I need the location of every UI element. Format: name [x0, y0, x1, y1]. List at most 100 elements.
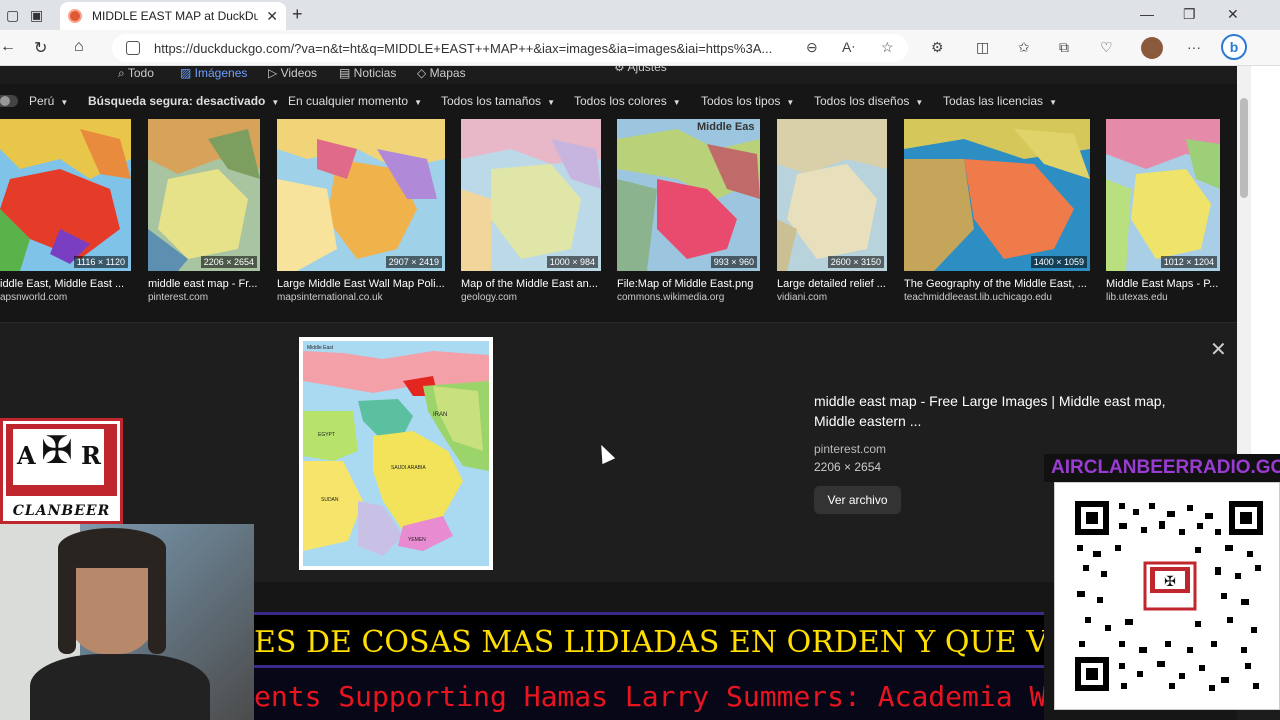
color-filter[interactable]: Todos los colores ▼	[574, 94, 681, 108]
result-title[interactable]: Middle East Maps - P...	[1106, 278, 1220, 290]
new-tab-icon[interactable]: +	[292, 4, 303, 25]
image-result[interactable]: 1400 × 1059	[904, 119, 1090, 271]
read-aloud-icon[interactable]: Aᐧ	[842, 39, 855, 56]
time-label: En cualquier momento	[288, 94, 409, 108]
browser-essentials-icon[interactable]: ♡	[1100, 39, 1113, 56]
extensions-icon[interactable]: ⚙	[931, 39, 944, 56]
image-result[interactable]: 2600 × 3150	[777, 119, 887, 271]
restore-icon[interactable]: ❐	[1183, 6, 1196, 23]
result-title[interactable]: Map of the Middle East an...	[461, 278, 601, 290]
tab-actions-icon[interactable]: ▣	[30, 7, 43, 24]
image-result[interactable]: 1000 × 984	[461, 119, 601, 271]
map-thumbnail	[904, 119, 1090, 271]
scrollbar-thumb[interactable]	[1240, 98, 1248, 198]
map-label: YEMEN	[408, 537, 426, 543]
map-thumbnail	[617, 119, 760, 271]
webcam-feed	[0, 524, 254, 720]
close-detail-icon[interactable]: ✕	[1210, 337, 1227, 362]
license-filter[interactable]: Todas las licencias ▼	[943, 94, 1057, 108]
zoom-icon[interactable]: ⊖	[806, 39, 818, 56]
browser-tab[interactable]: MIDDLE EAST MAP at DuckDuck ✕	[60, 2, 286, 30]
safe-search-filter[interactable]: Búsqueda segura: desactivado ▼	[88, 94, 279, 108]
map-thumbnail	[0, 119, 131, 271]
tab-images[interactable]: ▨ Imágenes	[180, 66, 247, 80]
image-dimensions: 2600 × 3150	[827, 256, 884, 268]
lock-icon	[126, 41, 140, 55]
tab-title: MIDDLE EAST MAP at DuckDuck	[92, 9, 258, 23]
refresh-icon[interactable]: ↻	[34, 38, 47, 58]
webcam-person-hair-left	[58, 554, 76, 654]
home-icon[interactable]: ⌂	[74, 38, 84, 56]
image-result[interactable]: 1116 × 1120	[0, 119, 131, 271]
result-title[interactable]: middle east map - Fr...	[148, 278, 260, 290]
tab-images-label: Imágenes	[194, 66, 248, 80]
image-dimensions: 1012 × 1204	[1160, 256, 1217, 268]
profile-avatar[interactable]	[1141, 37, 1163, 59]
result-site: geology.com	[461, 292, 517, 303]
middle-east-map: Middle East IRAN EGYPT SAUDI ARABIA SUDA…	[303, 341, 489, 566]
page-scrollbar[interactable]	[1237, 66, 1251, 454]
time-filter[interactable]: En cualquier momento ▼	[288, 94, 422, 108]
map-thumbnail	[148, 119, 260, 271]
thumbnail-overlay-title: Middle Eas	[697, 121, 755, 133]
address-bar[interactable]: https://duckduckgo.com/?va=n&t=ht&q=MIDD…	[112, 34, 908, 62]
result-site: teachmiddleeast.lib.uchicago.edu	[904, 292, 1052, 303]
favorites-icon[interactable]: ✩	[1018, 39, 1030, 56]
qr-code-icon: ✠	[1075, 501, 1263, 691]
detail-title[interactable]: middle east map - Free Large Images | Mi…	[814, 391, 1194, 431]
image-dimensions: 2206 × 2654	[200, 256, 257, 268]
tab-maps[interactable]: ◇ Mapas	[417, 66, 466, 80]
size-filter[interactable]: Todos los tamaños ▼	[441, 94, 555, 108]
bing-copilot-icon[interactable]: b	[1221, 34, 1247, 60]
result-title[interactable]: Large Middle East Wall Map Poli...	[277, 278, 445, 290]
filter-bar: Perú ▼ Búsqueda segura: desactivado ▼ En c…	[0, 88, 1237, 114]
layout-filter[interactable]: Todos los diseños ▼	[814, 94, 923, 108]
minimize-icon[interactable]: —	[1140, 6, 1154, 22]
region-toggle[interactable]	[0, 95, 18, 107]
radio-banner-text: AIRCLANBEERRADIO.GO	[1051, 457, 1280, 478]
safe-search-label: Búsqueda segura: desactivado	[88, 94, 266, 108]
tab-videos[interactable]: ▷ Videos	[268, 66, 317, 80]
tab-news[interactable]: ▤ Noticias	[339, 66, 396, 80]
image-dimensions: 1116 × 1120	[73, 256, 128, 268]
close-tab-icon[interactable]: ✕	[266, 8, 278, 25]
image-result[interactable]: 2907 × 2419	[277, 119, 445, 271]
detail-site[interactable]: pinterest.com	[814, 442, 886, 456]
workspaces-icon[interactable]: ▢	[6, 7, 19, 24]
qr-logo-cross: ✠	[1164, 573, 1176, 589]
map-label: IRAN	[433, 412, 447, 418]
map-thumbnail	[777, 119, 887, 271]
image-result[interactable]: 1012 × 1204	[1106, 119, 1220, 271]
image-result[interactable]: 2206 × 2654	[148, 119, 260, 271]
settings-label: Ajustes	[627, 66, 667, 74]
tab-all[interactable]: ⌕ Todo	[118, 66, 154, 81]
type-label: Todos los tipos	[701, 94, 781, 108]
duckduckgo-favicon-icon	[68, 9, 82, 23]
detail-image[interactable]: Middle East IRAN EGYPT SAUDI ARABIA SUDA…	[299, 337, 493, 570]
screen: ▢ ▣ MIDDLE EAST MAP at DuckDuck ✕ + — ❐ …	[0, 0, 1280, 720]
result-title[interactable]: File:Map of Middle East.png	[617, 278, 760, 290]
favorite-star-icon[interactable]: ☆	[881, 39, 894, 56]
split-screen-icon[interactable]: ◫	[976, 39, 989, 56]
type-filter[interactable]: Todos los tipos ▼	[701, 94, 794, 108]
more-menu-icon[interactable]: ···	[1187, 39, 1201, 55]
collections-icon[interactable]: ⧉	[1059, 39, 1069, 56]
color-label: Todos los colores	[574, 94, 667, 108]
result-title[interactable]: Large detailed relief ...	[777, 278, 887, 290]
result-site: vidiani.com	[777, 292, 828, 303]
result-title[interactable]: The Geography of the Middle East, ...	[904, 278, 1090, 290]
back-icon[interactable]: ←	[0, 38, 16, 56]
view-file-button[interactable]: Ver archivo	[814, 486, 901, 514]
webcam-person-shirt	[30, 654, 210, 720]
close-window-icon[interactable]: ✕	[1227, 6, 1239, 23]
settings-link[interactable]: ⚙ Ajustes	[614, 66, 667, 74]
size-label: Todos los tamaños	[441, 94, 542, 108]
ticker-red: ents Supporting Hamas Larry Summers: Aca…	[254, 668, 1044, 720]
result-title[interactable]: iddle East, Middle East ...	[0, 278, 131, 290]
detail-dimensions: 2206 × 2654	[814, 460, 882, 474]
image-result[interactable]: Middle Eas 993 × 960	[617, 119, 760, 271]
region-filter[interactable]: Perú ▼	[29, 94, 68, 108]
qr-code: ✠	[1054, 482, 1280, 710]
browser-nav-bar: ← ↻ ⌂ https://duckduckgo.com/?va=n&t=ht&…	[0, 30, 1280, 66]
iron-cross-icon: ✠	[41, 430, 73, 472]
